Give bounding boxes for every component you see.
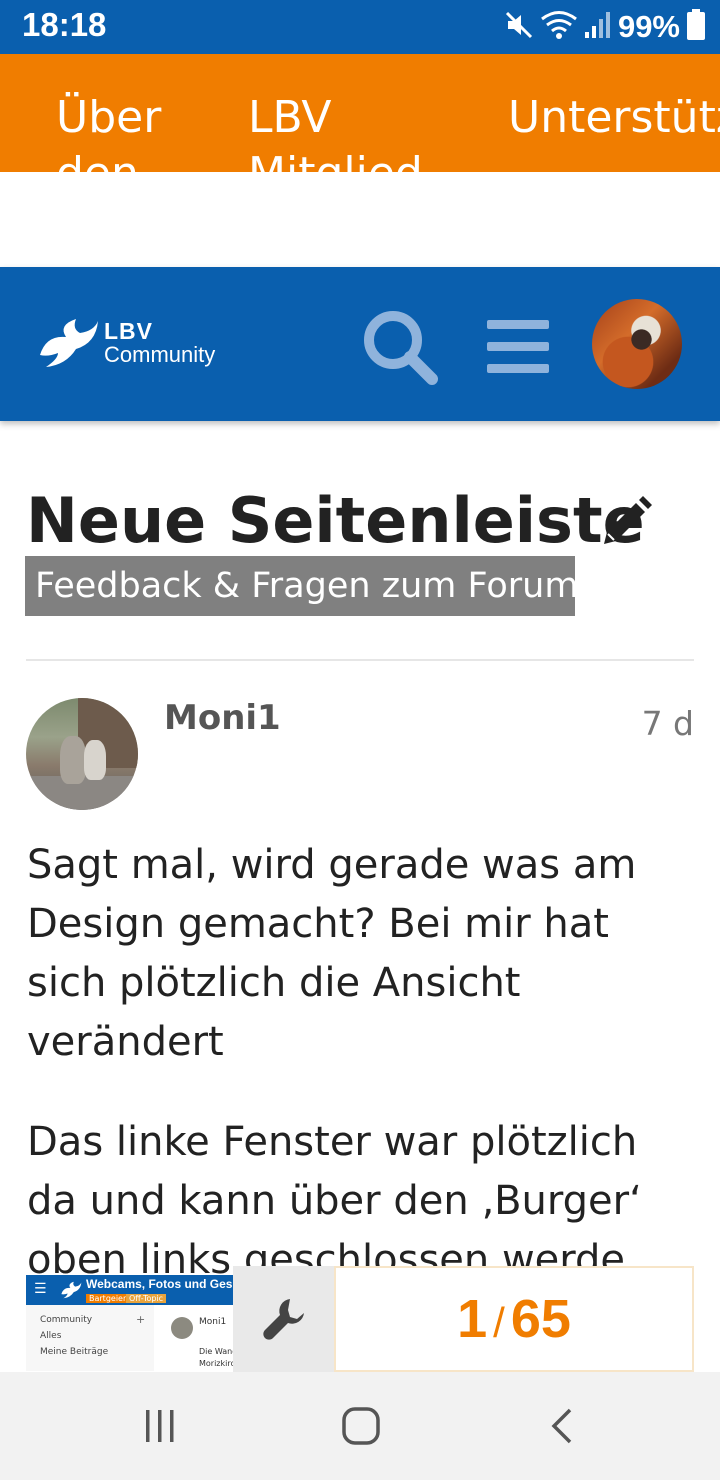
preview-tag: Bartgeier	[86, 1294, 130, 1303]
nav-item-ueber-den[interactable]: Über den	[56, 90, 256, 172]
preview-title: Webcams, Fotos und Ges	[86, 1277, 233, 1291]
signal-icon	[584, 10, 612, 44]
user-avatar[interactable]	[592, 299, 682, 389]
mini-bird-logo-icon	[61, 1281, 82, 1299]
system-nav-bar	[0, 1372, 720, 1480]
logo-line-2: Community	[104, 342, 216, 367]
status-bar: 18:18 99%	[0, 0, 720, 54]
nav-item-unterstuetzen[interactable]: Unterstützen	[508, 90, 720, 146]
site-header: LBV Community	[0, 267, 720, 421]
mini-hamburger-icon: ☰	[34, 1281, 47, 1297]
lbv-community-logo[interactable]: LBV Community	[36, 315, 215, 371]
recent-apps-button[interactable]	[130, 1400, 190, 1452]
search-icon	[364, 311, 438, 385]
preview-sidebar-item: Meine Beiträge	[40, 1347, 109, 1357]
status-time: 18:18	[22, 6, 107, 43]
hamburger-menu-icon	[487, 320, 549, 373]
battery-percent: 99%	[617, 9, 680, 44]
nav-item-lbv-mitglied[interactable]: LBV Mitglied	[248, 90, 448, 172]
mini-plus-icon: +	[136, 1313, 146, 1326]
progress-separator: /	[493, 1299, 505, 1346]
wrench-icon	[262, 1299, 304, 1340]
post-paragraph: Sagt mal, wird gerade was am Design gema…	[27, 842, 637, 1065]
recent-apps-icon	[146, 1410, 174, 1442]
preview-post-line: Morizkirch	[199, 1359, 234, 1368]
preview-post-author: Moni1	[199, 1317, 227, 1327]
preview-sidebar-item: Alles	[40, 1331, 62, 1341]
post-author-name[interactable]: Moni1	[164, 698, 281, 738]
preview-sidebar-item: Community	[40, 1315, 93, 1325]
search-button[interactable]	[360, 307, 440, 387]
post-body: Sagt mal, wird gerade was am Design gema…	[27, 836, 697, 1331]
post-author-avatar[interactable]	[26, 698, 138, 810]
topic-title: Neue Seitenleiste	[26, 484, 645, 557]
back-icon	[551, 1408, 572, 1444]
post-paragraph: Das linke Fenster war plötzlich da und k…	[27, 1119, 642, 1283]
wifi-icon	[540, 10, 578, 44]
battery-icon	[686, 9, 706, 45]
preview-avatar	[171, 1317, 193, 1339]
topic-progress[interactable]: 1/65	[334, 1266, 694, 1372]
category-badge[interactable]: Feedback & Fragen zum Forum	[25, 556, 578, 616]
logo-line-1: LBV	[104, 318, 153, 344]
pencil-edit-icon[interactable]	[598, 494, 654, 550]
status-icons: 99%	[504, 8, 706, 46]
home-button[interactable]	[331, 1400, 391, 1452]
mute-icon	[504, 10, 534, 44]
post-date[interactable]: 7 d	[642, 704, 694, 743]
header-spacer	[0, 172, 720, 267]
bird-logo-icon	[40, 319, 98, 367]
menu-button[interactable]	[478, 307, 558, 387]
preview-tag: Off-Topic	[126, 1294, 167, 1303]
preview-post-line: Die Wand	[199, 1347, 234, 1356]
back-button[interactable]	[532, 1400, 592, 1452]
topic-admin-button[interactable]	[233, 1266, 334, 1372]
post-screenshot-image[interactable]: ☰ Webcams, Fotos und Ges Bartgeier Off-T…	[26, 1275, 234, 1371]
progress-total: 65	[510, 1289, 571, 1349]
home-icon	[342, 1407, 380, 1445]
progress-current: 1	[457, 1289, 488, 1349]
site-nav: Über den LBV Mitglied Unterstützen	[0, 54, 720, 172]
topic-divider	[26, 659, 694, 661]
